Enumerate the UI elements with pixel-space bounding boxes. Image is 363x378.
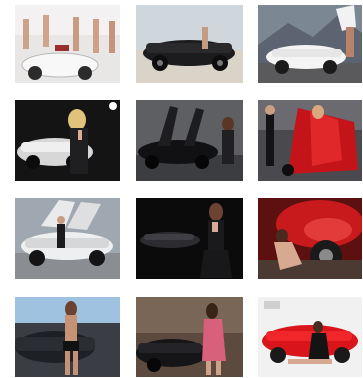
- thumbnail-image: [15, 198, 120, 279]
- thumbnail-image: [136, 100, 243, 181]
- thumbnail-image: [258, 198, 362, 279]
- gallery-thumbnail[interactable]: [136, 198, 243, 279]
- gallery-thumbnail[interactable]: [258, 100, 362, 181]
- thumbnail-image: [258, 5, 362, 83]
- gallery-thumbnail[interactable]: [136, 5, 243, 83]
- thumbnail-image: [15, 100, 120, 181]
- gallery-thumbnail[interactable]: [136, 297, 243, 377]
- thumbnail-image: [15, 5, 120, 83]
- gallery-thumbnail[interactable]: [15, 297, 120, 377]
- thumbnail-image: [136, 5, 243, 83]
- thumbnail-image: [258, 297, 362, 377]
- gallery-thumbnail[interactable]: [15, 5, 120, 83]
- gallery-thumbnail[interactable]: [15, 100, 120, 181]
- gallery-thumbnail[interactable]: [258, 5, 362, 83]
- thumbnail-image: [136, 297, 243, 377]
- thumbnail-image: [136, 198, 243, 279]
- gallery-thumbnail[interactable]: [136, 100, 243, 181]
- thumbnail-image: [15, 297, 120, 377]
- gallery-thumbnail[interactable]: [258, 297, 362, 377]
- gallery-thumbnail[interactable]: [258, 198, 362, 279]
- gallery-thumbnail[interactable]: [15, 198, 120, 279]
- image-gallery-grid: [0, 0, 363, 378]
- thumbnail-image: [258, 100, 362, 181]
